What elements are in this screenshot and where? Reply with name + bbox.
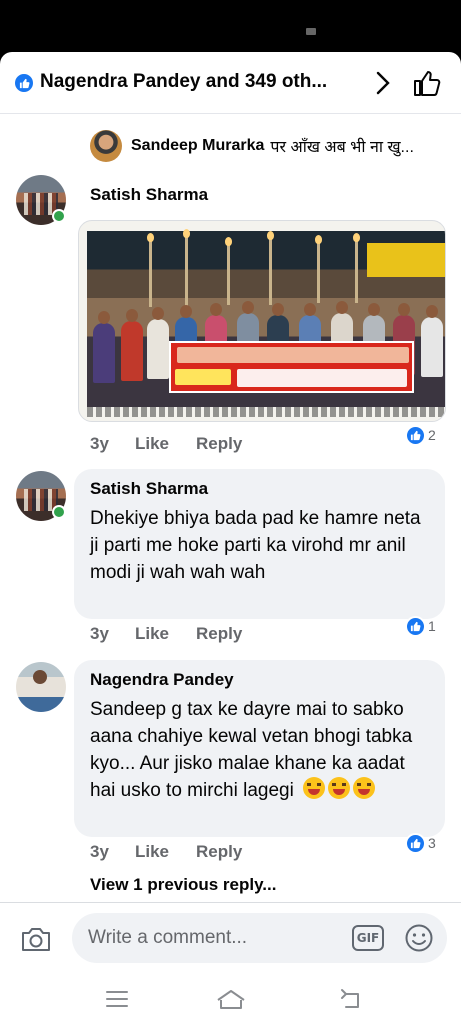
reactions-header[interactable]: Nagendra Pandey and 349 oth... [0,52,461,114]
comment-author[interactable]: Nagendra Pandey [90,670,234,690]
comment-text-block: Sandeep g tax ke dayre mai to sabko aana… [90,696,430,804]
like-reaction-icon [405,832,426,854]
camera-icon[interactable] [20,925,52,953]
reply-preview[interactable]: Sandeep Murarka पर आँख अब भी ना खु... [90,129,414,163]
avatar[interactable] [16,662,66,712]
squinting-tongue-emoji-icon [353,777,376,799]
reply-preview-text: पर आँख अब भी ना खु... [270,139,414,156]
like-button-icon[interactable] [412,68,442,98]
comment-age: 3y [90,624,109,643]
comment-composer: GIF [0,902,461,974]
comment-bubble[interactable]: Nagendra Pandey Sandeep g tax ke dayre m… [74,660,445,837]
reaction-count[interactable]: 3 [405,832,436,854]
home-icon[interactable] [216,988,246,1010]
comment-bubble[interactable]: Satish Sharma Dhekiye bhiya bada pad ke … [74,469,445,619]
online-status-icon [52,505,66,519]
like-reaction-icon [405,615,426,637]
recent-apps-icon[interactable] [104,988,130,1010]
chevron-right-icon[interactable] [372,70,394,96]
like-button[interactable]: Like [135,842,169,862]
online-status-icon [52,209,66,223]
reply-button[interactable]: Reply [196,434,242,454]
protest-photo [87,229,445,407]
status-indicator-icon [306,28,316,35]
comment-age: 3y [90,842,109,861]
view-previous-replies-link[interactable]: View 1 previous reply... [90,875,276,895]
comment-age: 3y [90,434,109,453]
comment-photo[interactable] [78,220,446,422]
status-bar [0,0,461,52]
comment-text: Dhekiye bhiya bada pad ke hamre neta ji … [90,508,421,583]
comment-author[interactable]: Satish Sharma [90,479,208,499]
reaction-count[interactable]: 2 [405,424,436,446]
protest-banner [169,341,414,393]
squinting-tongue-emoji-icon [303,777,326,799]
avatar [90,130,122,162]
reply-button[interactable]: Reply [196,842,242,862]
back-icon[interactable] [338,988,364,1010]
reply-button[interactable]: Reply [196,624,242,644]
like-button[interactable]: Like [135,434,169,454]
system-navigation-bar [0,974,461,1024]
reactions-summary[interactable]: Nagendra Pandey and 349 oth... [40,71,327,93]
like-reaction-icon [405,424,426,446]
reaction-count[interactable]: 1 [405,615,436,637]
comment-input[interactable] [72,913,447,963]
squinting-tongue-emoji-icon [328,777,351,799]
like-reaction-icon [13,72,35,94]
emoji-picker-icon[interactable] [404,923,434,953]
comment-author[interactable]: Satish Sharma [90,185,208,205]
reply-preview-author: Sandeep Murarka [131,137,265,154]
comments-sheet: Nagendra Pandey and 349 oth... Sandeep M… [0,52,461,1024]
like-button[interactable]: Like [135,624,169,644]
gif-button[interactable]: GIF [352,925,384,951]
